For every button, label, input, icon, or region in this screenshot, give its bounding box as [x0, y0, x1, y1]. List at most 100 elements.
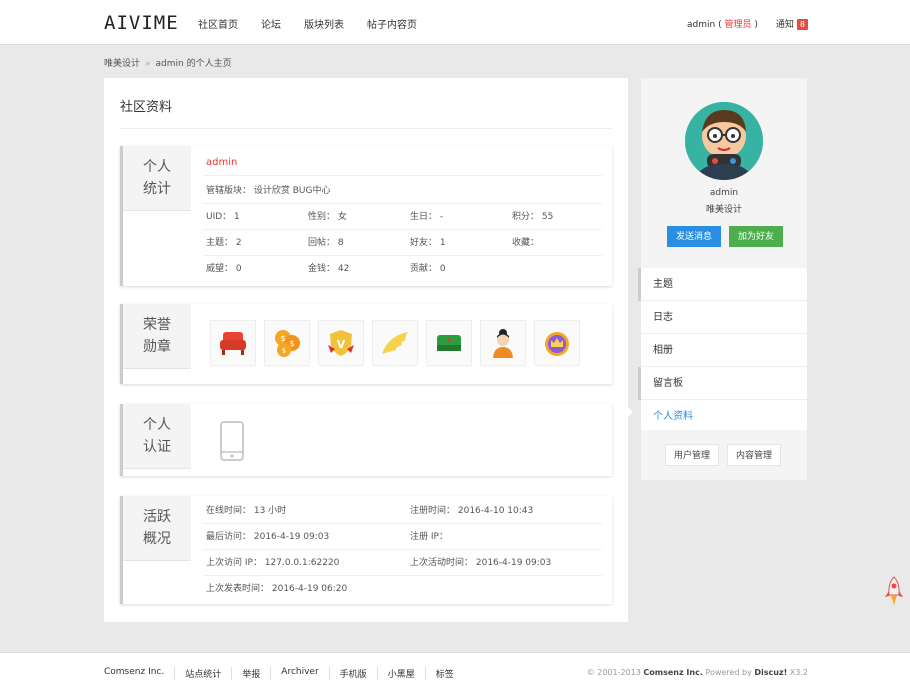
lady-medal-icon[interactable]	[480, 320, 526, 366]
profile-sidebar: admin 唯美设计 发送消息 加为好友 主题 日志 相册 留言板 个人资料 用…	[638, 78, 807, 480]
sidebar-item-label: 主题	[653, 279, 673, 290]
medals-label-line1: 荣誉	[143, 317, 171, 333]
sidebar-item-blog[interactable]: 日志	[641, 301, 807, 334]
user-area: admin ( 管理员 ) 通知 8	[687, 17, 808, 30]
user-suffix: )	[754, 20, 758, 30]
stats-row-3: 威望： 0 金钱： 42 贡献： 0	[203, 256, 602, 282]
nav-item-forum[interactable]: 论坛	[261, 16, 281, 31]
managed-boards: 管辖版块： 设计欣赏 BUG中心	[206, 186, 331, 196]
user-link[interactable]: admin ( 管理员 )	[687, 17, 758, 30]
sidebar-usergroup: 唯美设计	[705, 205, 742, 215]
sidebar-item-album[interactable]: 相册	[641, 334, 807, 367]
svg-text:$: $	[289, 339, 294, 348]
stat-friends[interactable]: 好友： 1	[410, 230, 446, 256]
last-visit: 最后访问： 2016-4-19 09:03	[206, 532, 330, 542]
phone-verify-icon[interactable]	[219, 420, 245, 465]
menu-indicator	[638, 268, 641, 301]
last-active: 上次活动时间： 2016-4-19 09:03	[410, 558, 552, 568]
powered-product[interactable]: Discuz!	[754, 668, 787, 677]
sidebar-item-guestbook[interactable]: 留言板	[638, 367, 807, 400]
cap-medal-icon[interactable]	[426, 320, 472, 366]
medals-label-line2: 勋章	[143, 339, 171, 355]
crown-medal-icon[interactable]	[534, 320, 580, 366]
footer-link-report[interactable]: 举报	[231, 667, 270, 680]
footer-link-stats[interactable]: 站点统计	[174, 667, 231, 680]
coins-medal-icon[interactable]: $ $ $	[264, 320, 310, 366]
sidebar-item-threads[interactable]: 主题	[638, 268, 807, 301]
verify-card: 个人 认证	[120, 404, 612, 476]
add-friend-button[interactable]: 加为好友	[729, 226, 784, 247]
stats-row-managed: 管辖版块： 设计欣赏 BUG中心	[203, 178, 602, 204]
activity-card: 活跃 概况 在线时间： 13 小时 注册时间： 2016-4-10 10:43 …	[120, 496, 612, 604]
nav-item-post[interactable]: 帖子内容页	[367, 16, 417, 31]
send-message-button[interactable]: 发送消息	[667, 226, 722, 247]
page-title: 社区资料	[120, 100, 173, 115]
svg-text:$: $	[280, 334, 285, 343]
breadcrumb: 唯美设计 » admin 的个人主页	[104, 56, 232, 69]
breadcrumb-current[interactable]: admin 的个人主页	[156, 59, 232, 69]
verify-label-line1: 个人	[143, 417, 171, 433]
activity-label-line1: 活跃	[143, 509, 171, 525]
stat-gender: 性别： 女	[308, 212, 347, 222]
top-bar: AIVIME 社区首页 论坛 版块列表 帖子内容页 admin ( 管理员 ) …	[0, 0, 910, 45]
stat-birthday: 生日： -	[410, 212, 444, 222]
back-to-top-rocket-icon[interactable]	[884, 575, 904, 609]
sidebar-item-profile[interactable]: 个人资料	[641, 400, 807, 433]
content-manage-button[interactable]: 内容管理	[727, 444, 782, 466]
sofa-medal-icon[interactable]	[210, 320, 256, 366]
sidebar-item-label: 留言板	[653, 378, 683, 389]
footer-link-archiver[interactable]: Archiver	[270, 667, 328, 680]
notice-label: 通知	[775, 20, 794, 30]
user-role: 管理员	[724, 20, 752, 30]
active-menu-pointer	[627, 406, 633, 418]
copyright-years: © 2001-2013	[586, 668, 641, 677]
stats-label-line1: 个人	[143, 159, 171, 175]
stat-contrib: 贡献： 0	[410, 264, 446, 274]
activity-row-3: 上次访问 IP： 127.0.0.1:62220 上次活动时间： 2016-4-…	[203, 550, 602, 576]
sidebar-item-label: 日志	[653, 312, 673, 323]
sidebar-admin-actions: 用户管理 内容管理	[641, 430, 807, 480]
stats-row-1: UID： 1 性别： 女 生日： - 积分： 55	[203, 204, 602, 230]
stat-points: 积分： 55	[512, 212, 554, 222]
footer-link-mobile[interactable]: 手机版	[328, 667, 377, 680]
last-ip: 上次访问 IP： 127.0.0.1:62220	[206, 558, 340, 568]
user-manage-button[interactable]: 用户管理	[665, 444, 720, 466]
stats-label-line2: 统计	[143, 181, 171, 197]
menu-indicator	[638, 367, 641, 400]
medals-label: 荣誉 勋章	[123, 304, 191, 369]
last-post: 上次发表时间： 2016-4-19 06:20	[206, 584, 348, 594]
footer-link-tags[interactable]: 标签	[424, 667, 464, 680]
sidebar-menu: 主题 日志 相册 留言板 个人资料	[638, 268, 807, 433]
sidebar-username: admin	[709, 188, 739, 198]
stat-money: 金钱： 42	[308, 264, 350, 274]
notice-link[interactable]: 通知 8	[776, 17, 808, 30]
register-time: 注册时间： 2016-4-10 10:43	[410, 506, 534, 516]
verify-label: 个人 认证	[123, 404, 191, 469]
wing-medal-icon[interactable]	[372, 320, 418, 366]
stats-row-name: admin	[203, 150, 602, 176]
stats-label: 个人 统计	[123, 146, 191, 211]
avatar[interactable]	[685, 102, 763, 180]
stat-favorites: 收藏：	[512, 238, 540, 248]
site-logo[interactable]: AIVIME	[104, 12, 179, 34]
activity-label: 活跃 概况	[123, 496, 191, 561]
main-nav: 社区首页 论坛 版块列表 帖子内容页	[198, 16, 417, 31]
nav-item-boards[interactable]: 版块列表	[304, 16, 344, 31]
vip-shield-medal-icon[interactable]: V	[318, 320, 364, 366]
footer-link-blacklist[interactable]: 小黑屋	[376, 667, 425, 680]
footer-links: Comsenz Inc. 站点统计 举报 Archiver 手机版 小黑屋 标签	[104, 667, 464, 680]
footer-link-company[interactable]: Comsenz Inc.	[104, 667, 174, 680]
stat-replies[interactable]: 回帖： 8	[308, 230, 344, 256]
nav-item-home[interactable]: 社区首页	[198, 16, 238, 31]
stat-prestige: 威望： 0	[206, 264, 242, 274]
medals-card: 荣誉 勋章 $ $ $ V	[120, 304, 612, 384]
stat-threads[interactable]: 主题： 2	[206, 230, 242, 256]
profile-main: 社区资料 个人 统计 admin 管辖版块： 设计欣赏 BUG中心 UID： 1…	[104, 78, 628, 622]
copyright: © 2001-2013 Comsenz Inc. Powered by Disc…	[587, 668, 808, 677]
register-ip: 注册 IP：	[410, 532, 448, 542]
sidebar-item-label: 相册	[653, 345, 673, 356]
verify-label-line2: 认证	[143, 439, 171, 455]
breadcrumb-home[interactable]: 唯美设计	[104, 59, 140, 69]
activity-row-1: 在线时间： 13 小时 注册时间： 2016-4-10 10:43	[203, 498, 602, 524]
copyright-company[interactable]: Comsenz Inc.	[643, 668, 702, 677]
